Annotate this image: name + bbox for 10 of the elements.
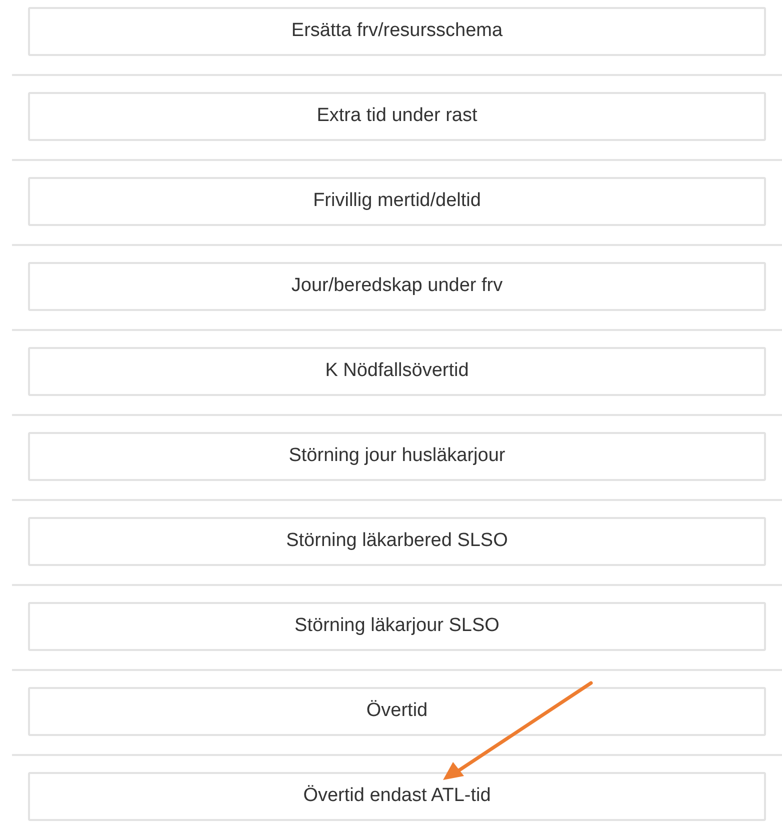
option-button[interactable]: Jour/beredskap under frv bbox=[28, 262, 766, 311]
option-button[interactable]: Ersätta frv/resursschema bbox=[28, 7, 766, 56]
option-button[interactable]: Störning jour husläkarjour bbox=[28, 432, 766, 481]
option-button[interactable]: Övertid bbox=[28, 687, 766, 736]
option-button[interactable]: Övertid endast ATL-tid bbox=[28, 772, 766, 821]
option-button[interactable]: Störning läkarbered SLSO bbox=[28, 517, 766, 566]
option-button[interactable]: Extra tid under rast bbox=[28, 92, 766, 141]
option-button[interactable]: Frivillig mertid/deltid bbox=[28, 177, 766, 226]
option-button[interactable]: K Nödfallsövertid bbox=[28, 347, 766, 396]
option-button[interactable]: Störning läkarjour SLSO bbox=[28, 602, 766, 651]
